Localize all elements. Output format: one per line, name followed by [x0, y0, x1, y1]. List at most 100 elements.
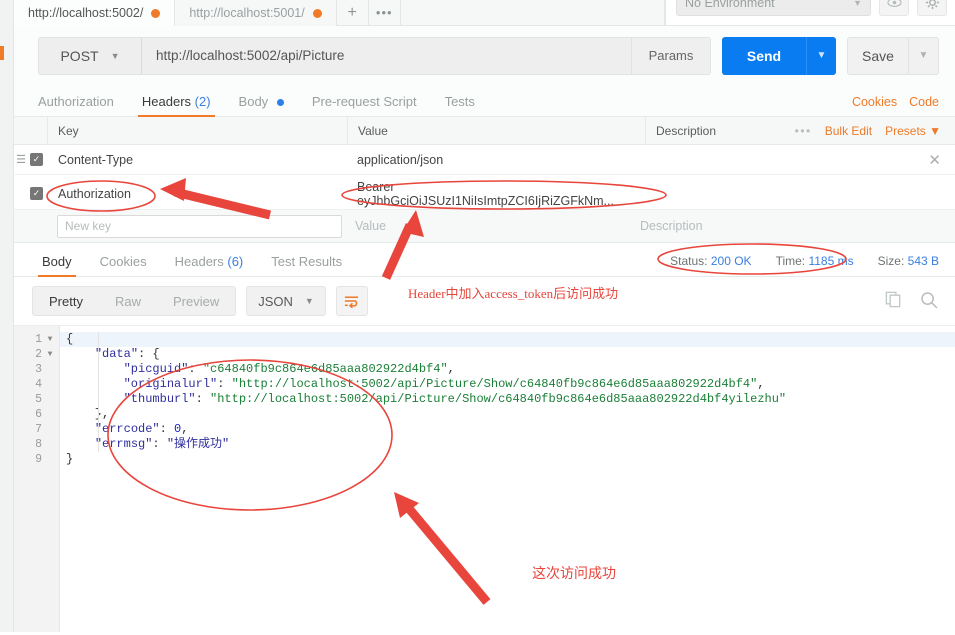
tab-tests[interactable]: Tests — [431, 94, 489, 116]
time-label: Time: — [775, 254, 806, 268]
tab-body-label: Body — [238, 94, 269, 109]
response-view-switcher: Pretty Raw Preview — [32, 286, 237, 316]
response-tab-cookies[interactable]: Cookies — [86, 254, 161, 276]
environment-selected-label: No Environment — [685, 0, 775, 10]
table-row[interactable]: ☰ ✓ Content-Type application/json ✕ — [14, 145, 955, 175]
environment-quick-look-button[interactable] — [879, 0, 909, 16]
new-tab-button[interactable]: + — [336, 0, 369, 25]
tab-headers-label: Headers — [141, 94, 192, 109]
editor-line-number: 2 ▼ — [35, 347, 54, 362]
view-pretty-button[interactable]: Pretty — [33, 287, 99, 315]
search-button[interactable] — [919, 290, 939, 313]
column-header-description: Description — [645, 116, 795, 145]
gear-icon — [925, 0, 939, 10]
tab-pre-request-script[interactable]: Pre-request Script — [298, 94, 431, 116]
request-tab-5001[interactable]: http://localhost:5001/ — [175, 0, 337, 26]
environment-selector[interactable]: No Environment ▼ — [676, 0, 871, 16]
left-sidebar-rail — [0, 0, 14, 632]
copy-icon — [885, 291, 901, 308]
row-checkbox[interactable]: ✓ — [30, 187, 43, 200]
chevron-down-icon: ▼ — [304, 296, 314, 306]
editor-line-numbers: 1▼2▼3▼ 4▼ 5▼ 6▼ 7▼ 8▼ 9▼ — [14, 326, 60, 632]
tab-options-icon[interactable]: ••• — [368, 0, 401, 25]
editor-code-line: "originalurl": "http://localhost:5002/ap… — [123, 377, 765, 391]
status-label: Status: — [670, 254, 708, 268]
column-header-key: Key — [47, 116, 347, 145]
response-body-editor[interactable]: 1▼2▼3▼ 4▼ 5▼ 6▼ 7▼ 8▼ 9▼ { "data": { "picguid"… — [14, 325, 955, 632]
editor-line-number: 4▼ — [35, 378, 42, 391]
row-drag-handle[interactable]: ☰ ✓ — [14, 153, 47, 166]
view-preview-button[interactable]: Preview — [157, 287, 235, 315]
tab-headers[interactable]: Headers (2) — [128, 94, 225, 117]
response-tab-body[interactable]: Body — [28, 254, 86, 277]
bulk-edit-button[interactable]: Bulk Edit — [825, 124, 872, 138]
body-present-dot-icon — [276, 99, 284, 107]
environment-zone: No Environment ▼ — [665, 0, 955, 25]
params-button[interactable]: Params — [632, 36, 711, 75]
chevron-down-icon: ▼ — [110, 50, 120, 61]
column-header-value: Value — [347, 116, 645, 145]
send-button[interactable]: Send — [722, 36, 806, 75]
code-link[interactable]: Code — [909, 95, 939, 109]
header-key-cell[interactable]: Authorization — [47, 187, 347, 201]
delete-row-button[interactable]: ✕ — [928, 151, 955, 169]
http-method-selector[interactable]: POST ▼ — [38, 36, 141, 75]
word-wrap-icon — [345, 296, 359, 308]
response-tab-headers[interactable]: Headers (6) — [161, 254, 258, 276]
response-format-label: JSON — [258, 293, 293, 309]
row-drag-handle[interactable]: ✓ — [14, 187, 47, 200]
request-links: Cookies Code — [852, 95, 955, 116]
copy-button[interactable] — [884, 290, 903, 312]
request-url-input[interactable]: http://localhost:5002/api/Picture — [141, 36, 632, 75]
header-value-cell[interactable]: application/json — [347, 153, 645, 167]
word-wrap-button[interactable] — [335, 286, 368, 316]
tab-authorization[interactable]: Authorization — [24, 94, 128, 116]
fold-toggle-icon[interactable]: ▼ — [46, 347, 54, 362]
presets-button[interactable]: Presets ▼ — [885, 124, 941, 138]
unsaved-dot-icon — [312, 8, 322, 18]
time-badge: Time: 1185 ms — [776, 254, 854, 268]
cookies-link[interactable]: Cookies — [852, 95, 897, 109]
editor-line-number: 3▼ — [35, 363, 42, 376]
send-button-group: Send ▼ — [722, 36, 836, 75]
new-description-input[interactable]: Description — [630, 219, 955, 233]
save-options-button[interactable]: ▼ — [909, 36, 939, 75]
settings-button[interactable] — [917, 0, 947, 16]
editor-code-line: "data": { — [94, 347, 160, 361]
more-options-icon[interactable]: ••• — [795, 124, 812, 138]
fold-toggle-icon[interactable]: ▼ — [46, 332, 54, 347]
editor-code-line: }, — [66, 407, 110, 421]
editor-line-number: 5▼ — [35, 393, 42, 406]
headers-table-header: Key Value Description ••• Bulk Edit Pres… — [14, 116, 955, 145]
new-header-row[interactable]: New key Value Description — [14, 210, 955, 243]
size-value: 543 B — [907, 254, 939, 268]
new-key-input[interactable]: New key — [57, 214, 342, 238]
request-tab-label: http://localhost:5001/ — [189, 6, 305, 20]
save-button[interactable]: Save — [847, 36, 909, 75]
http-method-label: POST — [60, 47, 99, 64]
editor-code-line: { — [60, 332, 955, 347]
header-key-cell[interactable]: Content-Type — [47, 153, 347, 167]
table-row[interactable]: ✓ Authorization Bearer eyJhbGciOiJSUzI1N… — [14, 178, 955, 210]
editor-code-area[interactable]: { "data": { "picguid": "c64840fb9c864e6d… — [60, 326, 955, 632]
editor-lines: { "data": { "picguid": "c64840fb9c864e6d… — [60, 332, 955, 467]
presets-label: Presets — [885, 123, 926, 138]
editor-line-number: 7▼ — [35, 423, 42, 436]
response-tab-headers-label: Headers — [174, 254, 224, 269]
tab-body[interactable]: Body — [225, 94, 298, 116]
editor-code-line: "thumburl": "http://localhost:5002/api/P… — [123, 392, 787, 406]
view-raw-button[interactable]: Raw — [99, 287, 157, 315]
editor-code-line: } — [66, 452, 74, 466]
response-tab-test-results[interactable]: Test Results — [257, 254, 356, 276]
request-section-tabs: Authorization Headers (2) Body Pre-reque… — [14, 85, 955, 117]
headers-table-actions: ••• Bulk Edit Presets ▼ — [795, 124, 955, 138]
row-checkbox[interactable]: ✓ — [30, 153, 43, 166]
request-tab-5002[interactable]: http://localhost:5002/ — [14, 0, 176, 26]
new-value-input[interactable]: Value — [342, 219, 630, 233]
search-icon — [921, 291, 938, 309]
response-format-selector[interactable]: JSON ▼ — [246, 286, 326, 316]
tab-headers-count: (2) — [194, 94, 211, 109]
send-options-button[interactable]: ▼ — [806, 36, 836, 75]
chevron-down-icon: ▼ — [853, 0, 862, 8]
header-value-cell[interactable]: Bearer eyJhbGciOiJSUzI1NiIsImtpZCI6IjRiZ… — [347, 180, 645, 208]
